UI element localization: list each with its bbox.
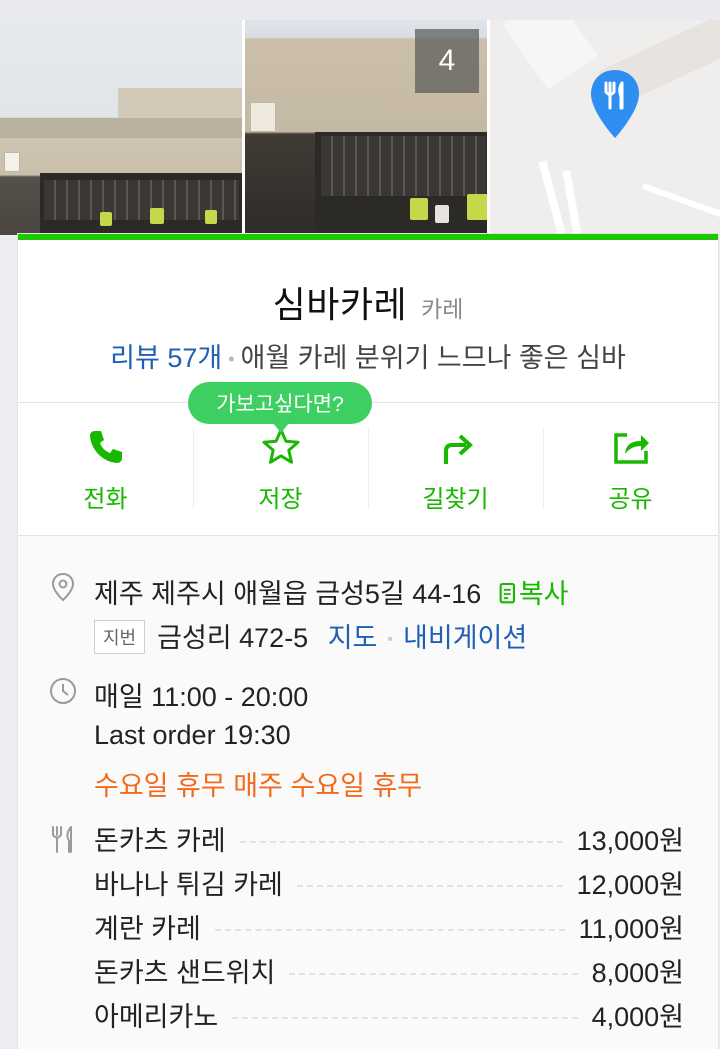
title-row: 심바카레 카레	[18, 276, 718, 328]
copy-address-button[interactable]: 복사	[499, 579, 569, 609]
jibun-address: 금성리 472-5	[157, 623, 309, 653]
menu-item-price: 11,000원	[578, 913, 684, 944]
save-label: 저장	[258, 486, 303, 513]
action-bar: 전화 저장 길찾기 공유	[18, 403, 718, 535]
copy-label: 복사	[518, 579, 569, 609]
share-label: 공유	[608, 486, 653, 513]
menu-item-name: 돈카츠 카레	[94, 825, 226, 856]
menu-leader	[232, 1017, 578, 1019]
review-summary: 애월 카레 분위기 느므나 좋은 심바	[240, 343, 626, 373]
menu-item-price: 8,000원	[591, 957, 684, 988]
menu-item-price: 13,000원	[576, 825, 684, 856]
copy-icon	[499, 582, 515, 604]
menu-item-name: 계란 카레	[94, 913, 201, 944]
menu-item-price: 4,000원	[591, 1001, 684, 1032]
jibun-tag: 지번	[94, 619, 146, 654]
menu-item-price: 12,000원	[576, 869, 684, 900]
menu-leader	[289, 973, 578, 975]
menu-leader	[296, 885, 563, 887]
star-icon	[262, 428, 299, 464]
menu-leader	[214, 929, 565, 931]
location-pin-icon	[51, 572, 75, 602]
restaurant-pin-icon	[591, 70, 639, 138]
directions-icon	[443, 434, 473, 464]
menu-item-name: 아메리카노	[94, 1001, 219, 1032]
navigation-link[interactable]: 내비게이션	[403, 623, 527, 653]
share-icon	[613, 433, 649, 464]
review-count-link[interactable]: 리뷰 57개	[110, 343, 222, 373]
clock-icon	[50, 678, 76, 704]
review-separator: •	[228, 349, 235, 370]
photo-count-badge: 4	[415, 29, 479, 93]
jibun-address-line: 지번 금성리 472-5 지도 • 내비게이션	[94, 616, 527, 657]
phone-icon	[89, 431, 122, 463]
save-tooltip[interactable]: 가보고싶다면?	[188, 382, 372, 433]
menu-item: 돈카츠 샌드위치 8,000원	[94, 950, 684, 990]
menu-item: 바나나 튀김 카레 12,000원	[94, 862, 684, 902]
details-section: 제주 제주시 애월읍 금성5길 44-16 복사 지번 금성리 472-5 지도 •…	[18, 536, 718, 1049]
fork-knife-icon	[52, 826, 72, 853]
last-order-time: Last order 19:30	[94, 720, 291, 750]
link-separator: •	[387, 630, 394, 648]
place-category: 카레	[421, 296, 464, 322]
road-address-line: 제주 제주시 애월읍 금성5길 44-16 복사	[94, 572, 569, 611]
menu-item: 계란 카레 11,000원	[94, 906, 684, 946]
cafe-photo-1[interactable]	[0, 20, 242, 235]
call-button[interactable]: 전화	[18, 403, 193, 535]
directions-label: 길찾기	[422, 486, 489, 513]
menu-leader	[239, 841, 563, 843]
menu-item: 돈카츠 카레 13,000원	[94, 818, 684, 858]
share-button[interactable]: 공유	[543, 403, 718, 535]
status-bar-strip	[0, 0, 720, 20]
menu-item-name: 바나나 튀김 카레	[94, 869, 283, 900]
call-label: 전화	[83, 486, 128, 513]
menu-item: 아메리카노 4,000원	[94, 994, 684, 1034]
road-address: 제주 제주시 애월읍 금성5길 44-16	[94, 579, 482, 609]
place-name: 심바카레	[272, 284, 408, 325]
map-link[interactable]: 지도	[328, 623, 378, 653]
place-info-card: 심바카레 카레 리뷰 57개 • 애월 카레 분위기 느므나 좋은 심바 전화 저장 …	[18, 234, 718, 1049]
review-row: 리뷰 57개 • 애월 카레 분위기 느므나 좋은 심바	[18, 336, 718, 375]
menu-item-name: 돈카츠 샌드위치	[94, 957, 276, 988]
holiday-notice: 수요일 휴무 매주 수요일 휴무	[94, 771, 423, 801]
directions-button[interactable]: 길찾기	[368, 403, 543, 535]
business-hours: 매일 11:00 - 20:00	[94, 682, 309, 712]
